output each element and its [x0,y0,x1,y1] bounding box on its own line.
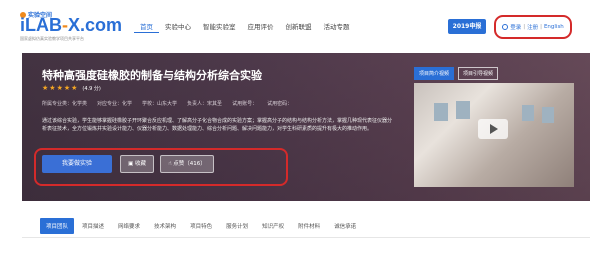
star-icon: ★ [71,84,78,92]
video-scene-window [456,101,470,119]
meta-category: 所属专业类：化学类 [42,101,88,107]
project-tabs: 项目团队 项目描述 网络要求 技术架构 项目特色 服务计划 知识产权 附件材料 … [40,218,362,234]
tab-features[interactable]: 项目特色 [184,218,218,234]
tab-guide-video[interactable]: 项目引导视频 [458,67,499,80]
user-icon [502,24,509,30]
project-description: 通过该综合实验，学生能够掌握硅橡胶子开环聚合反应机理、了解高分子化合物合成的实验… [42,118,393,132]
project-meta: 所属专业类：化学类 对应专业：化学 学校：山东大学 负责人：宋其圣 试用账号： … [42,100,292,107]
favorite-button[interactable]: ▣ 收藏 [120,155,154,173]
tab-attachments[interactable]: 附件材料 [292,218,326,234]
meta-leader: 负责人：宋其圣 [187,101,223,107]
tab-architecture[interactable]: 技术架构 [148,218,182,234]
star-icon: ★ [42,84,49,92]
play-icon [490,124,498,134]
separator: | [540,24,542,30]
site-logo[interactable]: 实验空间 iLAB-X.com 国家虚拟仿真实验教学项目共享平台 [20,10,130,44]
like-button[interactable]: ☝ 点赞（416） [160,155,214,173]
tab-description[interactable]: 项目描述 [76,218,110,234]
logo-subtitle: 国家虚拟仿真实验教学项目共享平台 [20,36,84,41]
meta-major: 对应专业：化学 [97,101,133,107]
video-scene-window [522,105,534,121]
star-icon: ★ [63,84,71,92]
tab-ip[interactable]: 知识产权 [256,218,290,234]
tab-service-plan[interactable]: 服务计划 [220,218,254,234]
project-title: 特种高强度硅橡胶的制备与结构分析综合实验 [42,69,262,82]
login-area: 登录 | 注册 | English [494,15,572,39]
tab-team[interactable]: 项目团队 [40,218,75,234]
english-link[interactable]: English [544,24,564,30]
logo-main-text: iLAB-X.com [20,15,123,35]
star-icon: ★ [56,84,63,92]
media-tabs: 项目简介视频 项目引导视频 [414,67,499,80]
start-experiment-button[interactable]: 我要做实验 [42,155,112,173]
tab-network[interactable]: 网络要求 [112,218,146,234]
nav-alliance[interactable]: 创新联盟 [280,22,318,33]
rating-score: (4.9 分) [82,86,101,92]
play-button[interactable] [478,119,508,139]
meta-trial-account: 试用账号： [232,101,258,107]
tab-integrity[interactable]: 诚信承诺 [328,218,362,234]
bookmark-icon: ▣ [128,161,135,167]
year-apply-button[interactable]: 2019申报 [448,19,486,34]
site-header: 实验空间 iLAB-X.com 国家虚拟仿真实验教学项目共享平台 首页 实验中心… [0,0,607,52]
login-link[interactable]: 登录 [510,23,521,31]
tab-intro-video[interactable]: 项目简介视频 [414,67,455,80]
nav-evaluation[interactable]: 应用评价 [242,22,280,33]
separator: | [523,24,526,30]
video-player[interactable] [414,83,574,187]
main-nav: 首页 实验中心 智能实验室 应用评价 创新联盟 活动专题 [134,22,356,33]
star-icon: ★ [49,84,56,92]
nav-events[interactable]: 活动专题 [318,22,356,33]
tabs-divider [22,237,590,238]
rating-stars: ★ ★ ★ ★ ★ (4.9 分) [42,84,101,93]
nav-smart-lab[interactable]: 智能实验室 [197,22,242,33]
meta-school: 学校：山东大学 [142,101,178,107]
video-scene-window [434,103,448,121]
register-link[interactable]: 注册 [527,23,538,31]
meta-trial-password: 试用密码： [267,101,293,107]
nav-home[interactable]: 首页 [134,22,159,33]
project-banner: 特种高强度硅橡胶的制备与结构分析综合实验 ★ ★ ★ ★ ★ (4.9 分) 所… [22,53,590,201]
video-scene-window [542,107,554,123]
nav-lab-center[interactable]: 实验中心 [159,22,197,33]
